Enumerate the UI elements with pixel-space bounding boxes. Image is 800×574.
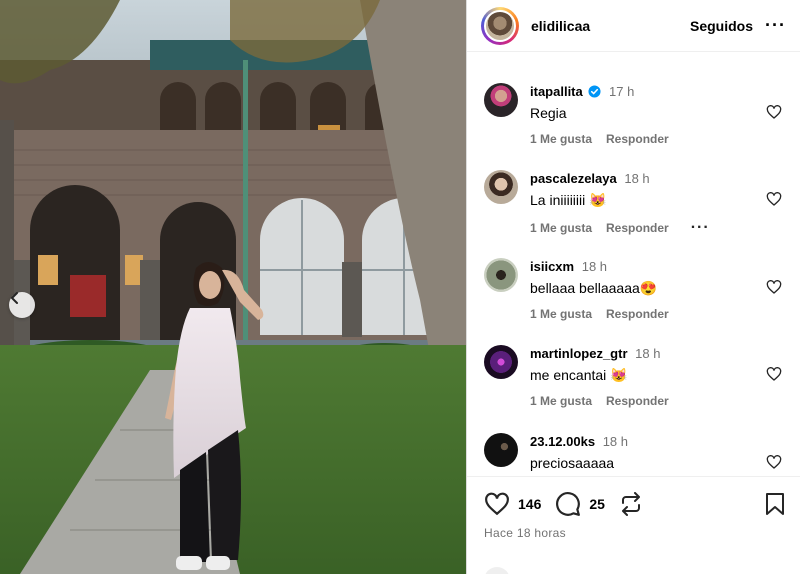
comment-text: La iniiiiiiii 😻 <box>530 192 607 208</box>
commenter-avatar[interactable] <box>484 83 518 117</box>
commenter-avatar[interactable] <box>484 433 518 467</box>
like-button[interactable] <box>484 491 510 517</box>
share-icon <box>621 492 640 516</box>
post-options-button[interactable]: ··· <box>765 15 786 36</box>
share-button[interactable] <box>619 492 643 516</box>
comment-username[interactable]: isiicxm <box>530 259 574 274</box>
comment-icon <box>556 492 581 516</box>
comment-time: 17 h <box>609 84 635 99</box>
post-actions-bar: 146 25 Hace 18 horas <box>467 476 800 574</box>
comment-time: 18 h <box>602 434 629 449</box>
comment-username[interactable]: 23.12.00ks <box>530 434 595 449</box>
heart-icon <box>485 492 509 516</box>
comments-list[interactable]: itapallita 17 h Regia 1 Me gusta Respond… <box>467 53 800 476</box>
comment-item: isiicxm 18 h bellaaa bellaaaaa😍 1 Me gus… <box>484 258 784 338</box>
comment-item: itapallita 17 h Regia 1 Me gusta Respond… <box>484 83 784 163</box>
comment-button[interactable] <box>555 491 581 517</box>
reply-button[interactable]: Responder <box>606 221 669 235</box>
comment-options-button[interactable]: ··· <box>691 219 710 237</box>
post-photo[interactable] <box>0 0 466 574</box>
comments-count[interactable]: 25 <box>589 496 605 512</box>
comment-username[interactable]: pascalezelaya <box>530 171 617 186</box>
bookmark-icon <box>766 493 784 515</box>
viewer-avatar <box>484 567 510 574</box>
heart-icon[interactable] <box>766 104 782 120</box>
heart-icon[interactable] <box>766 279 782 295</box>
comment-likes-count[interactable]: 1 Me gusta <box>530 132 592 146</box>
post-header: elidilicaa Seguidos ··· <box>467 0 800 52</box>
comment-likes-count[interactable]: 1 Me gusta <box>530 394 592 408</box>
comment-username[interactable]: itapallita <box>530 84 583 99</box>
likes-count[interactable]: 146 <box>518 496 541 512</box>
comment-username[interactable]: martinlopez_gtr <box>530 346 628 361</box>
post-viewer: elidilicaa Seguidos ··· itapallita 17 h <box>0 0 800 574</box>
comment-item: 23.12.00ks 18 h preciosaaaaa <box>484 433 784 476</box>
comment-time: 18 h <box>635 346 661 361</box>
comment-item: pascalezelaya 18 h La iniiiiiiii 😻 1 Me … <box>484 170 784 250</box>
commenter-avatar[interactable] <box>484 345 518 379</box>
chevron-left-icon <box>11 292 18 304</box>
heart-icon[interactable] <box>766 191 782 207</box>
comment-item: martinlopez_gtr 18 h me encantai 😻 1 Me … <box>484 345 784 425</box>
comment-text: bellaaa bellaaaaa😍 <box>530 280 658 296</box>
post-side-panel: elidilicaa Seguidos ··· itapallita 17 h <box>466 0 800 574</box>
reply-button[interactable]: Responder <box>606 394 669 408</box>
verified-icon <box>588 85 601 98</box>
comment-text: Regia <box>530 105 567 121</box>
comment-text: me encantai 😻 <box>530 367 628 383</box>
author-avatar[interactable] <box>481 6 519 45</box>
previous-photo-button[interactable] <box>9 292 35 318</box>
following-button[interactable]: Seguidos <box>690 18 753 34</box>
heart-icon[interactable] <box>766 454 782 470</box>
author-username[interactable]: elidilicaa <box>531 18 590 34</box>
reply-button[interactable]: Responder <box>606 132 669 146</box>
reply-button[interactable]: Responder <box>606 307 669 321</box>
comment-likes-count[interactable]: 1 Me gusta <box>530 307 592 321</box>
save-button[interactable] <box>764 492 786 516</box>
commenter-avatar[interactable] <box>484 258 518 292</box>
comment-time: 18 h <box>624 171 650 186</box>
heart-icon[interactable] <box>766 366 782 382</box>
comment-likes-count[interactable]: 1 Me gusta <box>530 221 592 235</box>
comment-text: preciosaaaaa <box>530 455 615 471</box>
post-timestamp: Hace 18 horas <box>484 526 566 540</box>
photo-illustration <box>0 0 466 574</box>
commenter-avatar[interactable] <box>484 170 518 204</box>
comment-time: 18 h <box>581 259 608 274</box>
